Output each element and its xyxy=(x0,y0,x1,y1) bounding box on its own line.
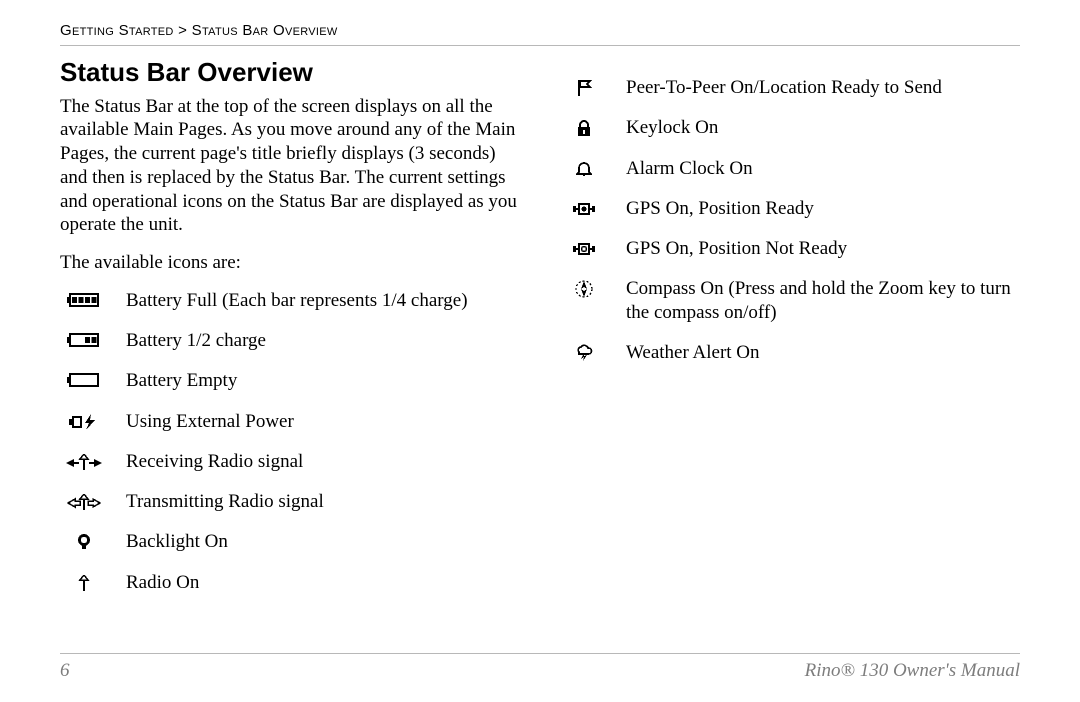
gps-ready-icon xyxy=(560,199,608,219)
icon-label: GPS On, Position Not Ready xyxy=(626,237,1020,261)
book-title: Rino® 130 Owner's Manual xyxy=(805,660,1020,682)
icon-row: Compass On (Press and hold the Zoom key … xyxy=(560,277,1020,325)
icon-label: Compass On (Press and hold the Zoom key … xyxy=(626,277,1020,325)
icon-row: Receiving Radio signal xyxy=(60,450,520,474)
icon-label: GPS On, Position Ready xyxy=(626,197,1020,221)
gps-notready-icon xyxy=(560,239,608,259)
icon-label: Receiving Radio signal xyxy=(126,450,520,474)
weather-icon xyxy=(560,343,608,363)
content-columns: Status Bar Overview The Status Bar at th… xyxy=(60,54,1020,611)
icon-row: Radio On xyxy=(60,571,520,595)
icon-label: Transmitting Radio signal xyxy=(126,490,520,514)
icon-row: Using External Power xyxy=(60,410,520,434)
backlight-icon xyxy=(60,532,108,552)
compass-icon xyxy=(560,279,608,299)
icon-list-right: Peer-To-Peer On/Location Ready to Send K… xyxy=(560,76,1020,365)
left-column: Status Bar Overview The Status Bar at th… xyxy=(60,54,520,611)
icon-list-left: Battery Full (Each bar represents 1/4 ch… xyxy=(60,289,520,595)
breadcrumb-page: Status Bar Overview xyxy=(192,22,338,39)
radio-receive-icon xyxy=(60,452,108,472)
icon-row: Keylock On xyxy=(560,116,1020,140)
breadcrumb-section: Getting Started xyxy=(60,22,174,39)
icon-row: GPS On, Position Ready xyxy=(560,197,1020,221)
icon-row: Battery 1/2 charge xyxy=(60,329,520,353)
icon-label: Keylock On xyxy=(626,116,1020,140)
right-column: Peer-To-Peer On/Location Ready to Send K… xyxy=(560,54,1020,611)
page-number: 6 xyxy=(60,660,70,682)
breadcrumb-sep: > xyxy=(178,22,187,39)
external-power-icon xyxy=(60,412,108,432)
intro-paragraph: The Status Bar at the top of the screen … xyxy=(60,95,520,238)
icon-label: Battery 1/2 charge xyxy=(126,329,520,353)
icon-row: Transmitting Radio signal xyxy=(60,490,520,514)
icon-label: Battery Empty xyxy=(126,369,520,393)
icon-label: Backlight On xyxy=(126,530,520,554)
radio-transmit-icon xyxy=(60,492,108,512)
flag-icon xyxy=(560,78,608,98)
icon-row: Battery Empty xyxy=(60,369,520,393)
lead-line: The available icons are: xyxy=(60,251,520,275)
icon-label: Peer-To-Peer On/Location Ready to Send xyxy=(626,76,1020,100)
breadcrumb: Getting Started > Status Bar Overview xyxy=(60,22,1020,46)
icon-row: GPS On, Position Not Ready xyxy=(560,237,1020,261)
icon-label: Radio On xyxy=(126,571,520,595)
keylock-icon xyxy=(560,118,608,138)
battery-half-icon xyxy=(60,331,108,351)
battery-empty-icon xyxy=(60,371,108,391)
icon-label: Using External Power xyxy=(126,410,520,434)
icon-label: Alarm Clock On xyxy=(626,157,1020,181)
icon-label: Weather Alert On xyxy=(626,341,1020,365)
battery-full-icon xyxy=(60,291,108,311)
alarm-icon xyxy=(560,159,608,179)
page-title: Status Bar Overview xyxy=(60,56,520,89)
icon-row: Weather Alert On xyxy=(560,341,1020,365)
manual-page: Getting Started > Status Bar Overview St… xyxy=(0,0,1080,702)
radio-on-icon xyxy=(60,573,108,593)
icon-row: Peer-To-Peer On/Location Ready to Send xyxy=(560,76,1020,100)
icon-row: Backlight On xyxy=(60,530,520,554)
icon-row: Battery Full (Each bar represents 1/4 ch… xyxy=(60,289,520,313)
icon-row: Alarm Clock On xyxy=(560,157,1020,181)
icon-label: Battery Full (Each bar represents 1/4 ch… xyxy=(126,289,520,313)
page-footer: 6 Rino® 130 Owner's Manual xyxy=(60,653,1020,682)
